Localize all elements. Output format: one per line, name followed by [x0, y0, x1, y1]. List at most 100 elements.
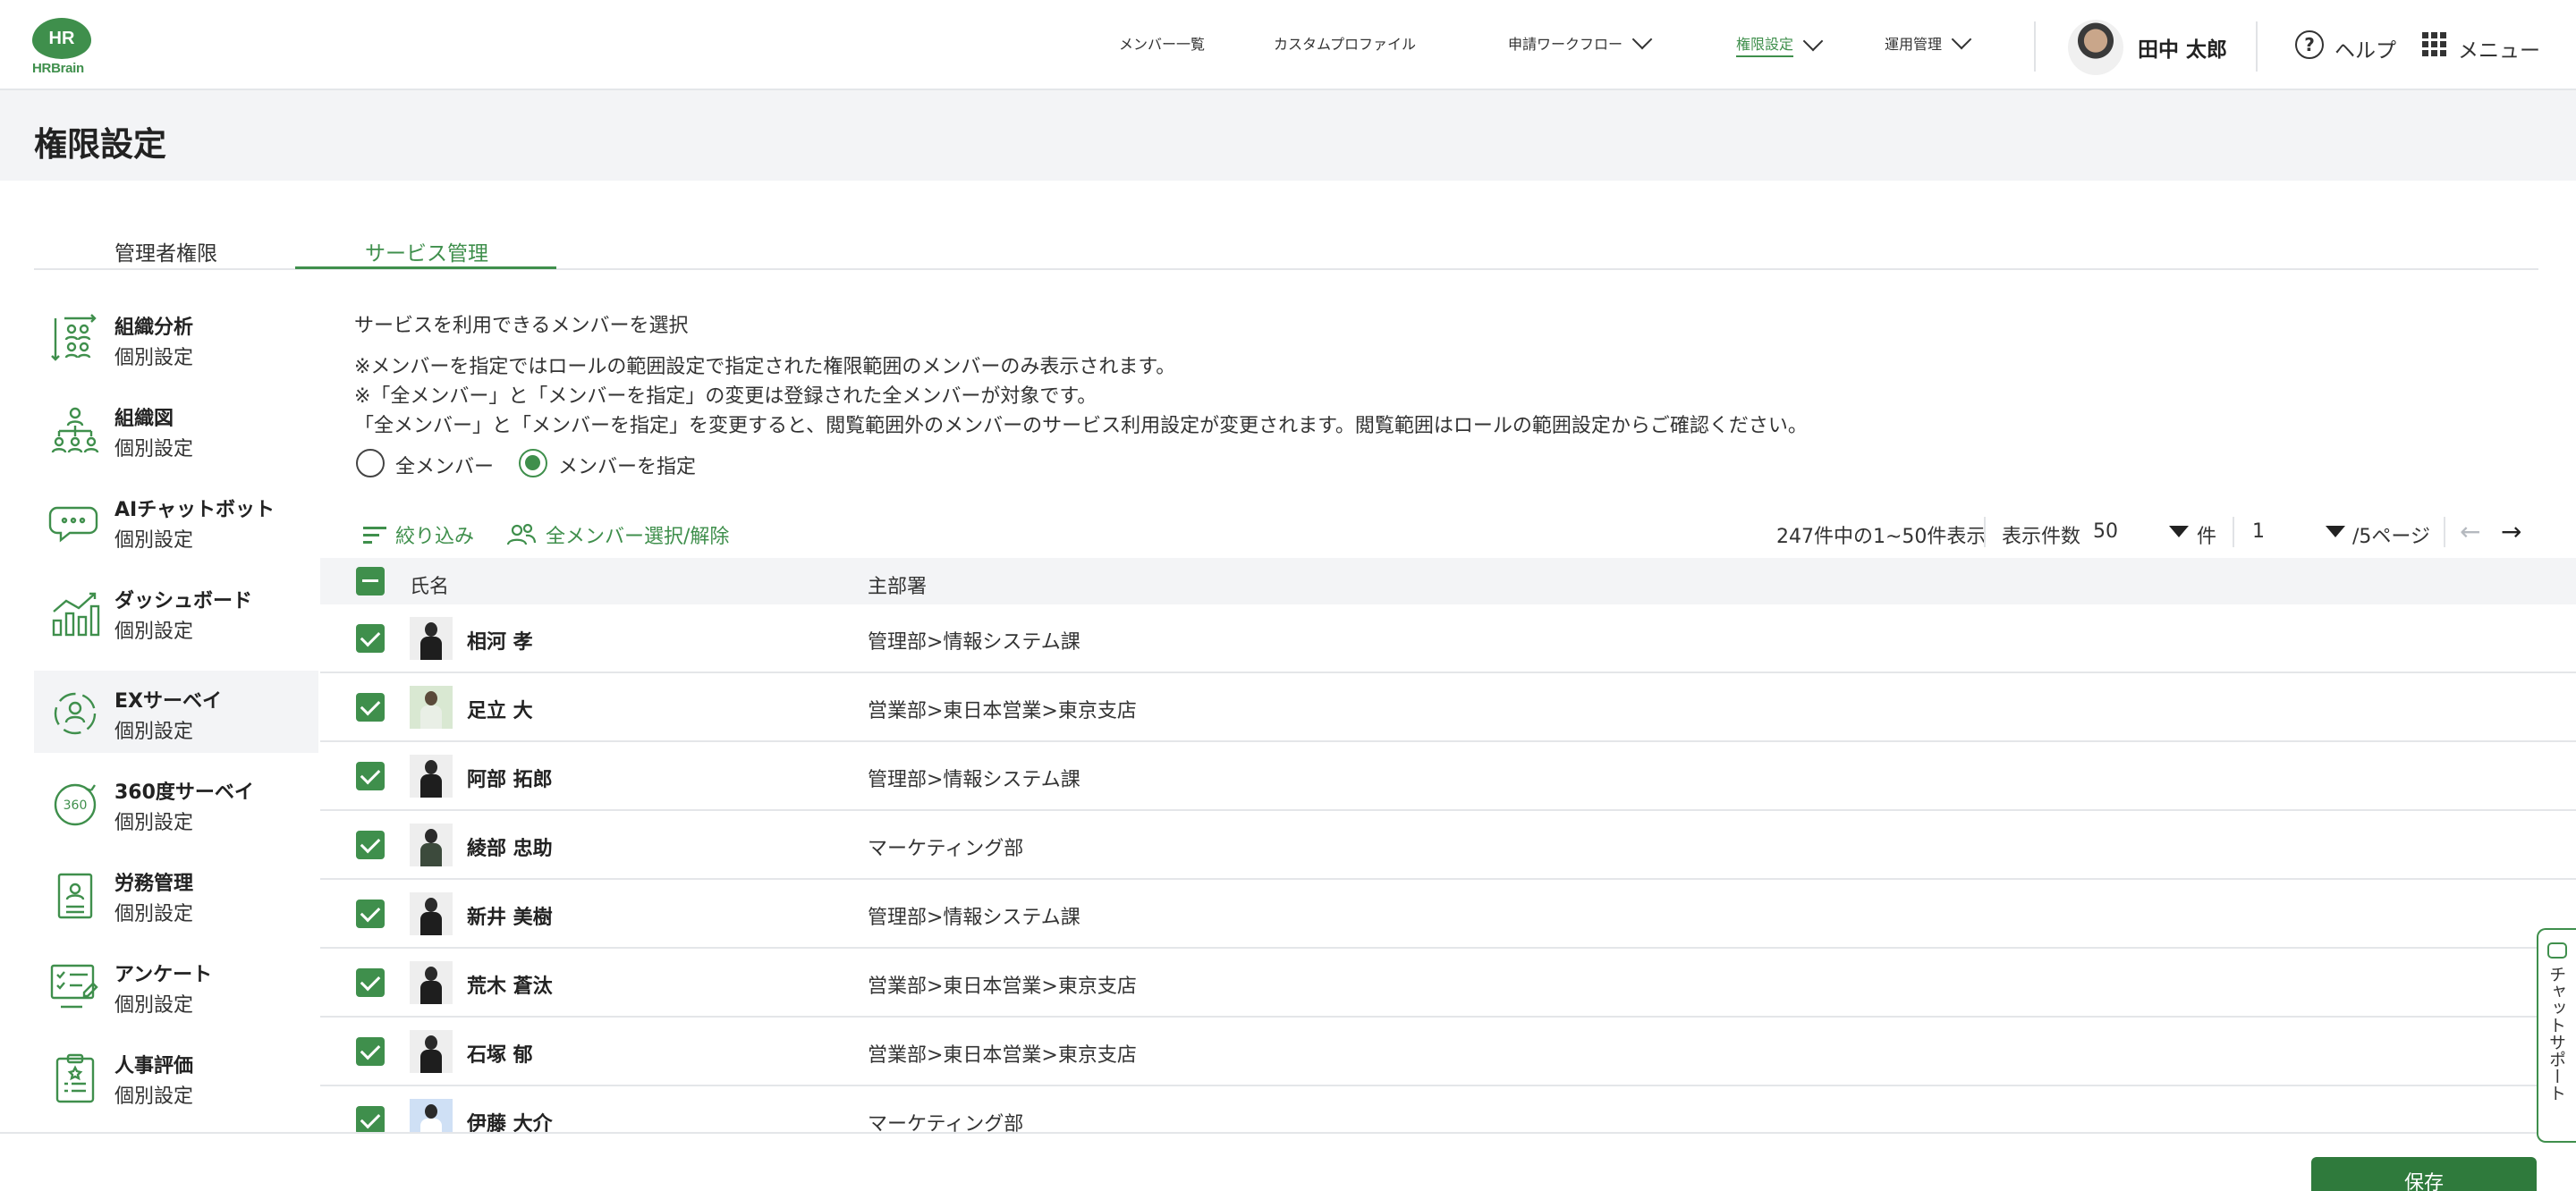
row-checkbox[interactable]	[356, 968, 385, 997]
row-checkbox[interactable]	[356, 1106, 385, 1135]
sidebar-item-ex-survey[interactable]: EXサーベイ 個別設定	[34, 671, 318, 753]
next-page-arrow-icon[interactable]: →	[2501, 517, 2521, 546]
user-avatar[interactable]	[2068, 20, 2123, 75]
help-icon[interactable]: ?	[2295, 30, 2324, 59]
member-dept: マーケティング部	[868, 838, 1024, 860]
grid-menu-icon[interactable]	[2422, 32, 2447, 57]
id-card-icon	[57, 873, 93, 919]
sidebar-item-title: アンケート	[114, 964, 213, 986]
radio-specify-members-label[interactable]: メンバーを指定	[558, 451, 696, 479]
bar-chart-icon	[52, 592, 100, 637]
logo-mark: HR	[32, 18, 91, 59]
select-all-checkbox[interactable]	[356, 567, 385, 596]
member-dept: 営業部>東日本営業>東京支店	[868, 976, 1137, 998]
table-row[interactable]: 荒木 蒼汰 営業部>東日本営業>東京支店	[320, 949, 2576, 1018]
sidebar-item-hr-evaluation[interactable]: 人事評価 個別設定	[34, 1035, 318, 1118]
filter-label: 絞り込み	[395, 526, 475, 548]
sidebar-item-sub: 個別設定	[114, 347, 194, 369]
select-all-button[interactable]: 全メンバー選択/解除	[506, 520, 729, 549]
sidebar-item-dashboard[interactable]: ダッシュボード 個別設定	[34, 570, 318, 653]
tab-service-management[interactable]: サービス管理	[365, 236, 488, 266]
select-all-label: 全メンバー選択/解除	[546, 526, 730, 548]
radio-all-members-label[interactable]: 全メンバー	[395, 451, 494, 479]
row-checkbox[interactable]	[356, 624, 385, 653]
page-select[interactable]: 1	[2252, 520, 2265, 543]
per-page-label: 表示件数	[2002, 526, 2081, 548]
ex-survey-icon	[54, 692, 97, 735]
table-row[interactable]: 綾部 忠助 マーケティング部	[320, 811, 2576, 880]
sidebar-item-org-chart[interactable]: 組織図 個別設定	[34, 388, 318, 470]
nav-operation[interactable]: 運用管理	[1885, 29, 1972, 54]
chat-support-tab[interactable]: チャットサポート	[2537, 928, 2576, 1143]
per-page-unit: 件	[2197, 526, 2217, 548]
member-avatar	[410, 824, 453, 866]
table-row[interactable]: 足立 大 営業部>東日本営業>東京支店	[320, 673, 2576, 742]
caret-down-icon[interactable]	[2326, 526, 2345, 537]
page-title: 権限設定	[34, 125, 166, 164]
sidebar-item-sub: 個別設定	[114, 438, 194, 460]
help-link[interactable]: ヘルプ	[2334, 33, 2396, 63]
divider	[2233, 517, 2234, 547]
service-sidebar: 組織分析 個別設定 組織図 個別設定 AIチャットボット 個別設定 ダッシュボー…	[34, 288, 318, 1134]
sidebar-item-questionnaire[interactable]: アンケート 個別設定	[34, 944, 318, 1026]
divider	[2256, 21, 2258, 72]
sidebar-item-title: AIチャットボット	[114, 499, 275, 521]
sidebar-item-title: EXサーベイ	[114, 690, 222, 713]
section-heading: サービスを利用できるメンバーを選択	[354, 315, 689, 337]
row-checkbox[interactable]	[356, 693, 385, 722]
active-tab-indicator	[295, 266, 556, 269]
member-name: 新井 美樹	[467, 907, 553, 929]
row-checkbox[interactable]	[356, 900, 385, 928]
radio-specify-members[interactable]	[519, 449, 547, 477]
prev-page-arrow-icon[interactable]: ←	[2460, 517, 2480, 546]
nav-custom-profile[interactable]: カスタムプロファイル	[1274, 32, 1416, 54]
footer-bar	[0, 1132, 2576, 1191]
save-button[interactable]: 保存	[2311, 1157, 2537, 1191]
nav-label: メンバー一覧	[1119, 36, 1206, 53]
sidebar-item-sub: 個別設定	[114, 529, 194, 552]
logo-text: HRBrain	[32, 61, 84, 76]
member-dept: 管理部>情報システム課	[868, 631, 1080, 654]
survey-form-icon	[50, 964, 98, 1009]
member-name: 相河 孝	[467, 631, 533, 654]
sidebar-item-title: 組織分析	[114, 317, 194, 339]
nav-label: 運用管理	[1885, 36, 1943, 53]
hrbrain-logo[interactable]: HR HRBrain	[32, 18, 93, 76]
table-row[interactable]: 相河 孝 管理部>情報システム課	[320, 604, 2576, 673]
nav-workflow[interactable]: 申請ワークフロー	[1508, 29, 1653, 54]
sidebar-item-ai-chatbot[interactable]: AIチャットボット 個別設定	[34, 479, 318, 562]
tab-admin-permission[interactable]: 管理者権限	[114, 236, 217, 266]
column-header-dept[interactable]: 主部署	[868, 570, 927, 599]
divider	[1984, 517, 1986, 547]
per-page-select[interactable]: 50	[2093, 520, 2118, 543]
page-total: /5ページ	[2352, 526, 2430, 548]
row-checkbox[interactable]	[356, 762, 385, 790]
table-row[interactable]: 伊藤 大介 マーケティング部	[320, 1086, 2576, 1142]
caret-down-icon[interactable]	[2169, 526, 2189, 537]
chat-support-label: チャットサポート	[2546, 966, 2566, 1102]
table-row[interactable]: 石塚 郁 営業部>東日本営業>東京支店	[320, 1018, 2576, 1086]
nav-member-list[interactable]: メンバー一覧	[1119, 32, 1205, 54]
filter-icon	[363, 525, 386, 545]
sidebar-item-title: 組織図	[114, 408, 174, 430]
member-dept: 営業部>東日本営業>東京支店	[868, 1044, 1137, 1067]
sidebar-item-org-analysis[interactable]: 組織分析 個別設定	[34, 297, 318, 379]
sidebar-item-labor-management[interactable]: 労務管理 個別設定	[34, 853, 318, 935]
nav-permission-settings[interactable]: 権限設定	[1736, 30, 1824, 57]
sidebar-item-360-survey[interactable]: 360 360度サーベイ 個別設定	[34, 762, 318, 844]
row-checkbox[interactable]	[356, 831, 385, 859]
table-row[interactable]: 阿部 拓郎 管理部>情報システム課	[320, 742, 2576, 811]
nav-label: 申請ワークフロー	[1508, 36, 1623, 53]
radio-all-members[interactable]	[356, 449, 385, 477]
note-line: ※メンバーを指定ではロールの範囲設定で指定された権限範囲のメンバーのみ表示されま…	[354, 356, 1176, 378]
sidebar-item-title: 360度サーベイ	[114, 781, 254, 804]
filter-button[interactable]: 絞り込み	[363, 520, 474, 549]
user-name[interactable]: 田中 太郎	[2138, 32, 2227, 63]
row-checkbox[interactable]	[356, 1037, 385, 1066]
member-dept: 管理部>情報システム課	[868, 769, 1080, 791]
member-avatar	[410, 1030, 453, 1073]
column-header-name[interactable]: 氏名	[410, 570, 449, 599]
sidebar-item-sub: 個別設定	[114, 903, 194, 925]
menu-link[interactable]: メニュー	[2458, 33, 2540, 63]
table-row[interactable]: 新井 美樹 管理部>情報システム課	[320, 880, 2576, 949]
